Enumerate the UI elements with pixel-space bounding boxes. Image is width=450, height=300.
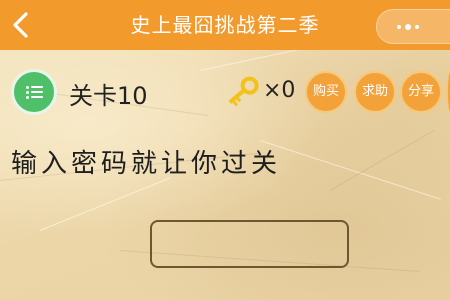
paper-crease	[329, 130, 435, 191]
list-menu-icon	[26, 91, 29, 94]
puzzle-prompt: 输入密码就让你过关	[11, 149, 282, 179]
list-menu-icon	[26, 96, 29, 99]
extra-button-partial[interactable]	[446, 71, 450, 113]
list-menu-icon	[31, 96, 43, 98]
password-input[interactable]	[150, 220, 349, 268]
title-bar: 史上最囧挑战第二季	[0, 0, 450, 50]
more-button[interactable]	[376, 9, 450, 44]
paper-crease	[259, 140, 441, 200]
more-dots-icon	[397, 25, 401, 29]
more-dots-icon	[415, 25, 419, 29]
list-menu-icon	[31, 91, 43, 93]
list-menu-icon	[26, 86, 29, 89]
buy-button[interactable]: 购买	[305, 71, 347, 113]
level-label: 关卡10	[69, 82, 148, 110]
key-icon	[222, 74, 262, 110]
help-button[interactable]: 求助	[354, 71, 396, 113]
share-button[interactable]: 分享	[400, 71, 442, 113]
menu-button[interactable]	[11, 69, 57, 115]
list-menu-icon	[31, 86, 43, 88]
more-dots-icon	[405, 24, 411, 30]
key-count: ×0	[263, 78, 296, 103]
